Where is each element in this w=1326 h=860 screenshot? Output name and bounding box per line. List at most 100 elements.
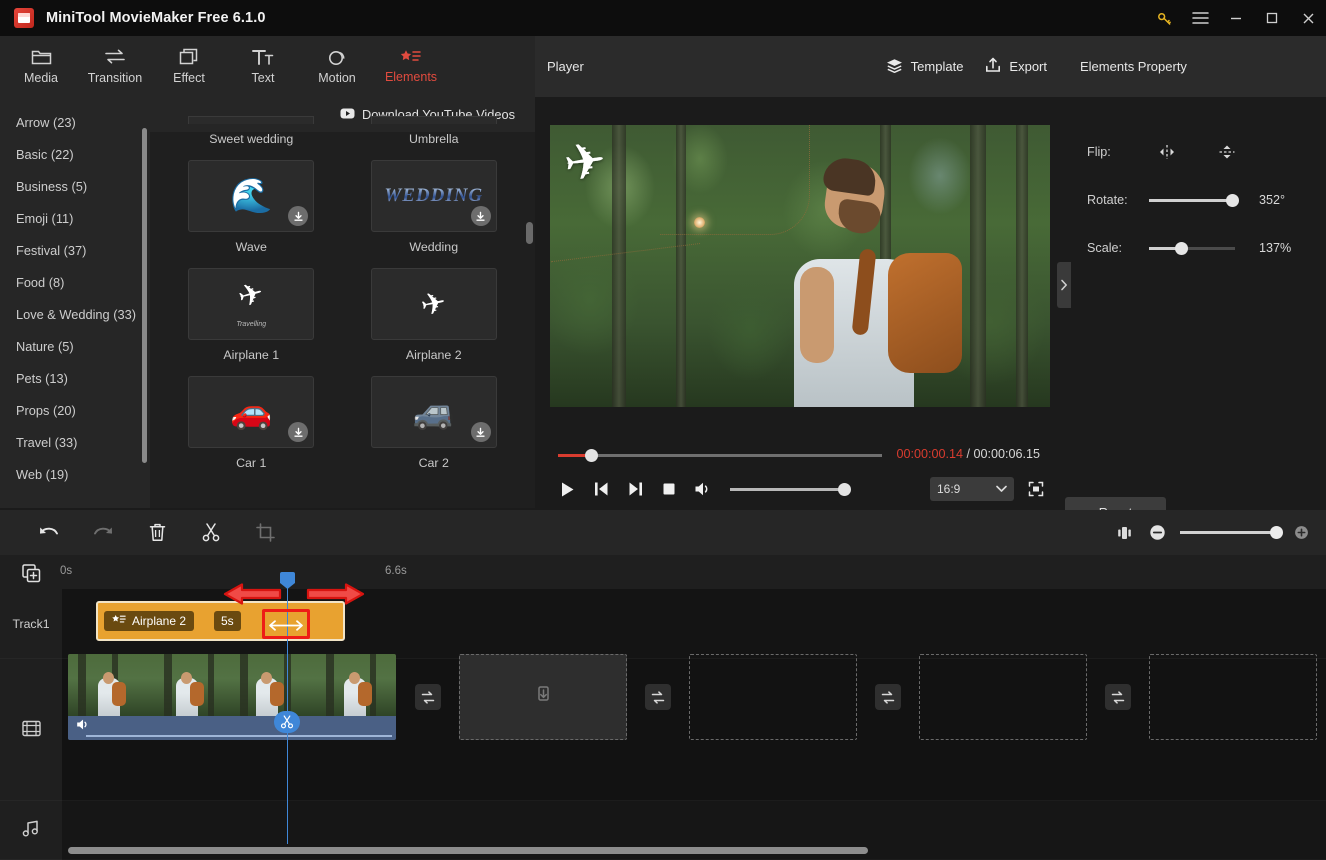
- crop-icon[interactable]: [238, 516, 292, 550]
- fullscreen-icon[interactable]: [1022, 475, 1050, 503]
- category-item-festival[interactable]: Festival (37): [0, 234, 150, 266]
- swap-icon[interactable]: [645, 684, 671, 710]
- category-item-love-wedding[interactable]: Love & Wedding (33): [0, 298, 150, 330]
- swap-icon[interactable]: [1105, 684, 1131, 710]
- player-progress-handle[interactable]: [585, 449, 598, 462]
- swap-icon[interactable]: [875, 684, 901, 710]
- export-button[interactable]: Export: [985, 57, 1047, 76]
- next-frame-icon[interactable]: [618, 474, 652, 504]
- total-time: 00:00:06.15: [973, 447, 1040, 461]
- scale-slider[interactable]: [1149, 241, 1235, 255]
- category-item-props[interactable]: Props (20): [0, 394, 150, 426]
- timeline-zoom-handle[interactable]: [1270, 526, 1283, 539]
- element-category-list[interactable]: Arrow (23) Basic (22) Business (5) Emoji…: [0, 97, 150, 508]
- split-icon[interactable]: [184, 516, 238, 550]
- rotate-slider[interactable]: [1149, 193, 1239, 207]
- element-cell-wave[interactable]: 🌊 Wave: [160, 146, 343, 254]
- element-thumb[interactable]: 🚗: [188, 376, 315, 448]
- tab-media[interactable]: Media: [4, 38, 78, 96]
- key-icon[interactable]: [1146, 0, 1182, 36]
- volume-slider-handle[interactable]: [838, 482, 851, 496]
- zoom-out-icon[interactable]: [1144, 516, 1170, 550]
- flip-horizontal-icon[interactable]: [1149, 139, 1185, 165]
- category-item-travel[interactable]: Travel (33): [0, 426, 150, 458]
- prev-frame-icon[interactable]: [584, 474, 618, 504]
- element-thumb[interactable]: ✈: [370, 268, 497, 340]
- element-thumb[interactable]: [188, 116, 315, 124]
- aspect-ratio-select[interactable]: 16:9: [930, 477, 1014, 501]
- element-cell-airplane-1[interactable]: ✈ Travelling Airplane 1: [160, 254, 343, 362]
- media-placeholder-slot[interactable]: [1149, 654, 1317, 740]
- download-icon[interactable]: [470, 206, 491, 226]
- menu-icon[interactable]: [1182, 0, 1218, 36]
- player-panel: Player Template Export ✈ 00:00:00.14 / 0…: [535, 36, 1065, 508]
- element-cell-airplane-2[interactable]: ✈ Airplane 2: [343, 254, 526, 362]
- category-item-web[interactable]: Web (19): [0, 458, 150, 490]
- swap-icon[interactable]: [415, 684, 441, 710]
- element-cell-partial[interactable]: Umbrella: [343, 116, 526, 146]
- element-label: Wedding: [409, 240, 459, 254]
- element-thumb[interactable]: ✈ Travelling: [188, 268, 315, 340]
- scale-value: 137%: [1259, 241, 1292, 255]
- category-scrollbar[interactable]: [142, 128, 147, 463]
- speaker-icon[interactable]: [76, 718, 91, 736]
- download-icon[interactable]: [470, 422, 491, 442]
- delete-icon[interactable]: [130, 516, 184, 550]
- tab-elements[interactable]: Elements: [374, 38, 448, 96]
- text-icon: [252, 48, 274, 66]
- category-item-emoji[interactable]: Emoji (11): [0, 202, 150, 234]
- category-item-business[interactable]: Business (5): [0, 170, 150, 202]
- minimize-icon[interactable]: [1218, 0, 1254, 36]
- element-cell-partial[interactable]: Sweet wedding: [160, 116, 343, 146]
- zoom-in-icon[interactable]: [1288, 516, 1314, 550]
- template-button[interactable]: Template: [886, 58, 963, 76]
- category-item-basic[interactable]: Basic (22): [0, 138, 150, 170]
- element-thumb[interactable]: 🌊: [188, 160, 315, 232]
- player-progress-track[interactable]: [558, 454, 882, 457]
- add-media-icon[interactable]: [20, 562, 42, 584]
- timeline-zoom-slider[interactable]: [1180, 526, 1283, 539]
- element-cell-wedding[interactable]: WEDDING Wedding: [343, 146, 526, 254]
- maximize-icon[interactable]: [1254, 0, 1290, 36]
- airplane-element-overlay[interactable]: ✈: [560, 131, 609, 192]
- volume-slider[interactable]: [730, 482, 851, 496]
- media-placeholder-slot[interactable]: [459, 654, 627, 740]
- stop-icon[interactable]: [652, 474, 686, 504]
- timeline-horizontal-scrollbar[interactable]: [68, 847, 868, 854]
- scale-slider-handle[interactable]: [1175, 241, 1188, 255]
- timeline-ruler[interactable]: 0s 6.6s: [0, 555, 1326, 589]
- close-icon[interactable]: [1290, 0, 1326, 36]
- flip-vertical-icon[interactable]: [1209, 139, 1245, 165]
- element-thumb[interactable]: WEDDING: [370, 160, 497, 232]
- category-item-arrow[interactable]: Arrow (23): [0, 106, 150, 138]
- play-icon[interactable]: [550, 474, 584, 504]
- category-item-food[interactable]: Food (8): [0, 266, 150, 298]
- rotate-slider-handle[interactable]: [1226, 193, 1239, 207]
- elements-grid-scrollbar[interactable]: [526, 222, 533, 244]
- scissors-icon[interactable]: [274, 711, 300, 733]
- redo-icon[interactable]: [76, 516, 130, 550]
- element-cell-car-2[interactable]: 🚙 Car 2: [343, 362, 526, 470]
- video-clip-audio-strip: [68, 716, 396, 740]
- airplane-travelling-icon: ✈ Travelling: [234, 275, 268, 328]
- volume-icon[interactable]: [686, 474, 720, 504]
- panel-collapse-toggle[interactable]: [1057, 262, 1071, 308]
- video-preview[interactable]: ✈: [550, 125, 1050, 407]
- media-placeholder-slot[interactable]: [689, 654, 857, 740]
- tab-text[interactable]: Text: [226, 38, 300, 96]
- tab-effect[interactable]: Effect: [152, 38, 226, 96]
- element-thumb[interactable]: 🚙: [370, 376, 497, 448]
- tab-transition[interactable]: Transition: [78, 38, 152, 96]
- undo-icon[interactable]: [22, 516, 76, 550]
- element-cell-car-1[interactable]: 🚗 Car 1: [160, 362, 343, 470]
- media-placeholder-slot[interactable]: [919, 654, 1087, 740]
- timeline-video-clip[interactable]: [68, 654, 396, 740]
- category-item-pets[interactable]: Pets (13): [0, 362, 150, 394]
- download-icon[interactable]: [288, 422, 309, 442]
- export-icon: [985, 57, 1001, 76]
- fit-to-screen-icon[interactable]: [1108, 516, 1140, 550]
- category-item-nature[interactable]: Nature (5): [0, 330, 150, 362]
- element-thumb[interactable]: [370, 116, 497, 124]
- download-icon[interactable]: [288, 206, 309, 226]
- tab-motion[interactable]: Motion: [300, 38, 374, 96]
